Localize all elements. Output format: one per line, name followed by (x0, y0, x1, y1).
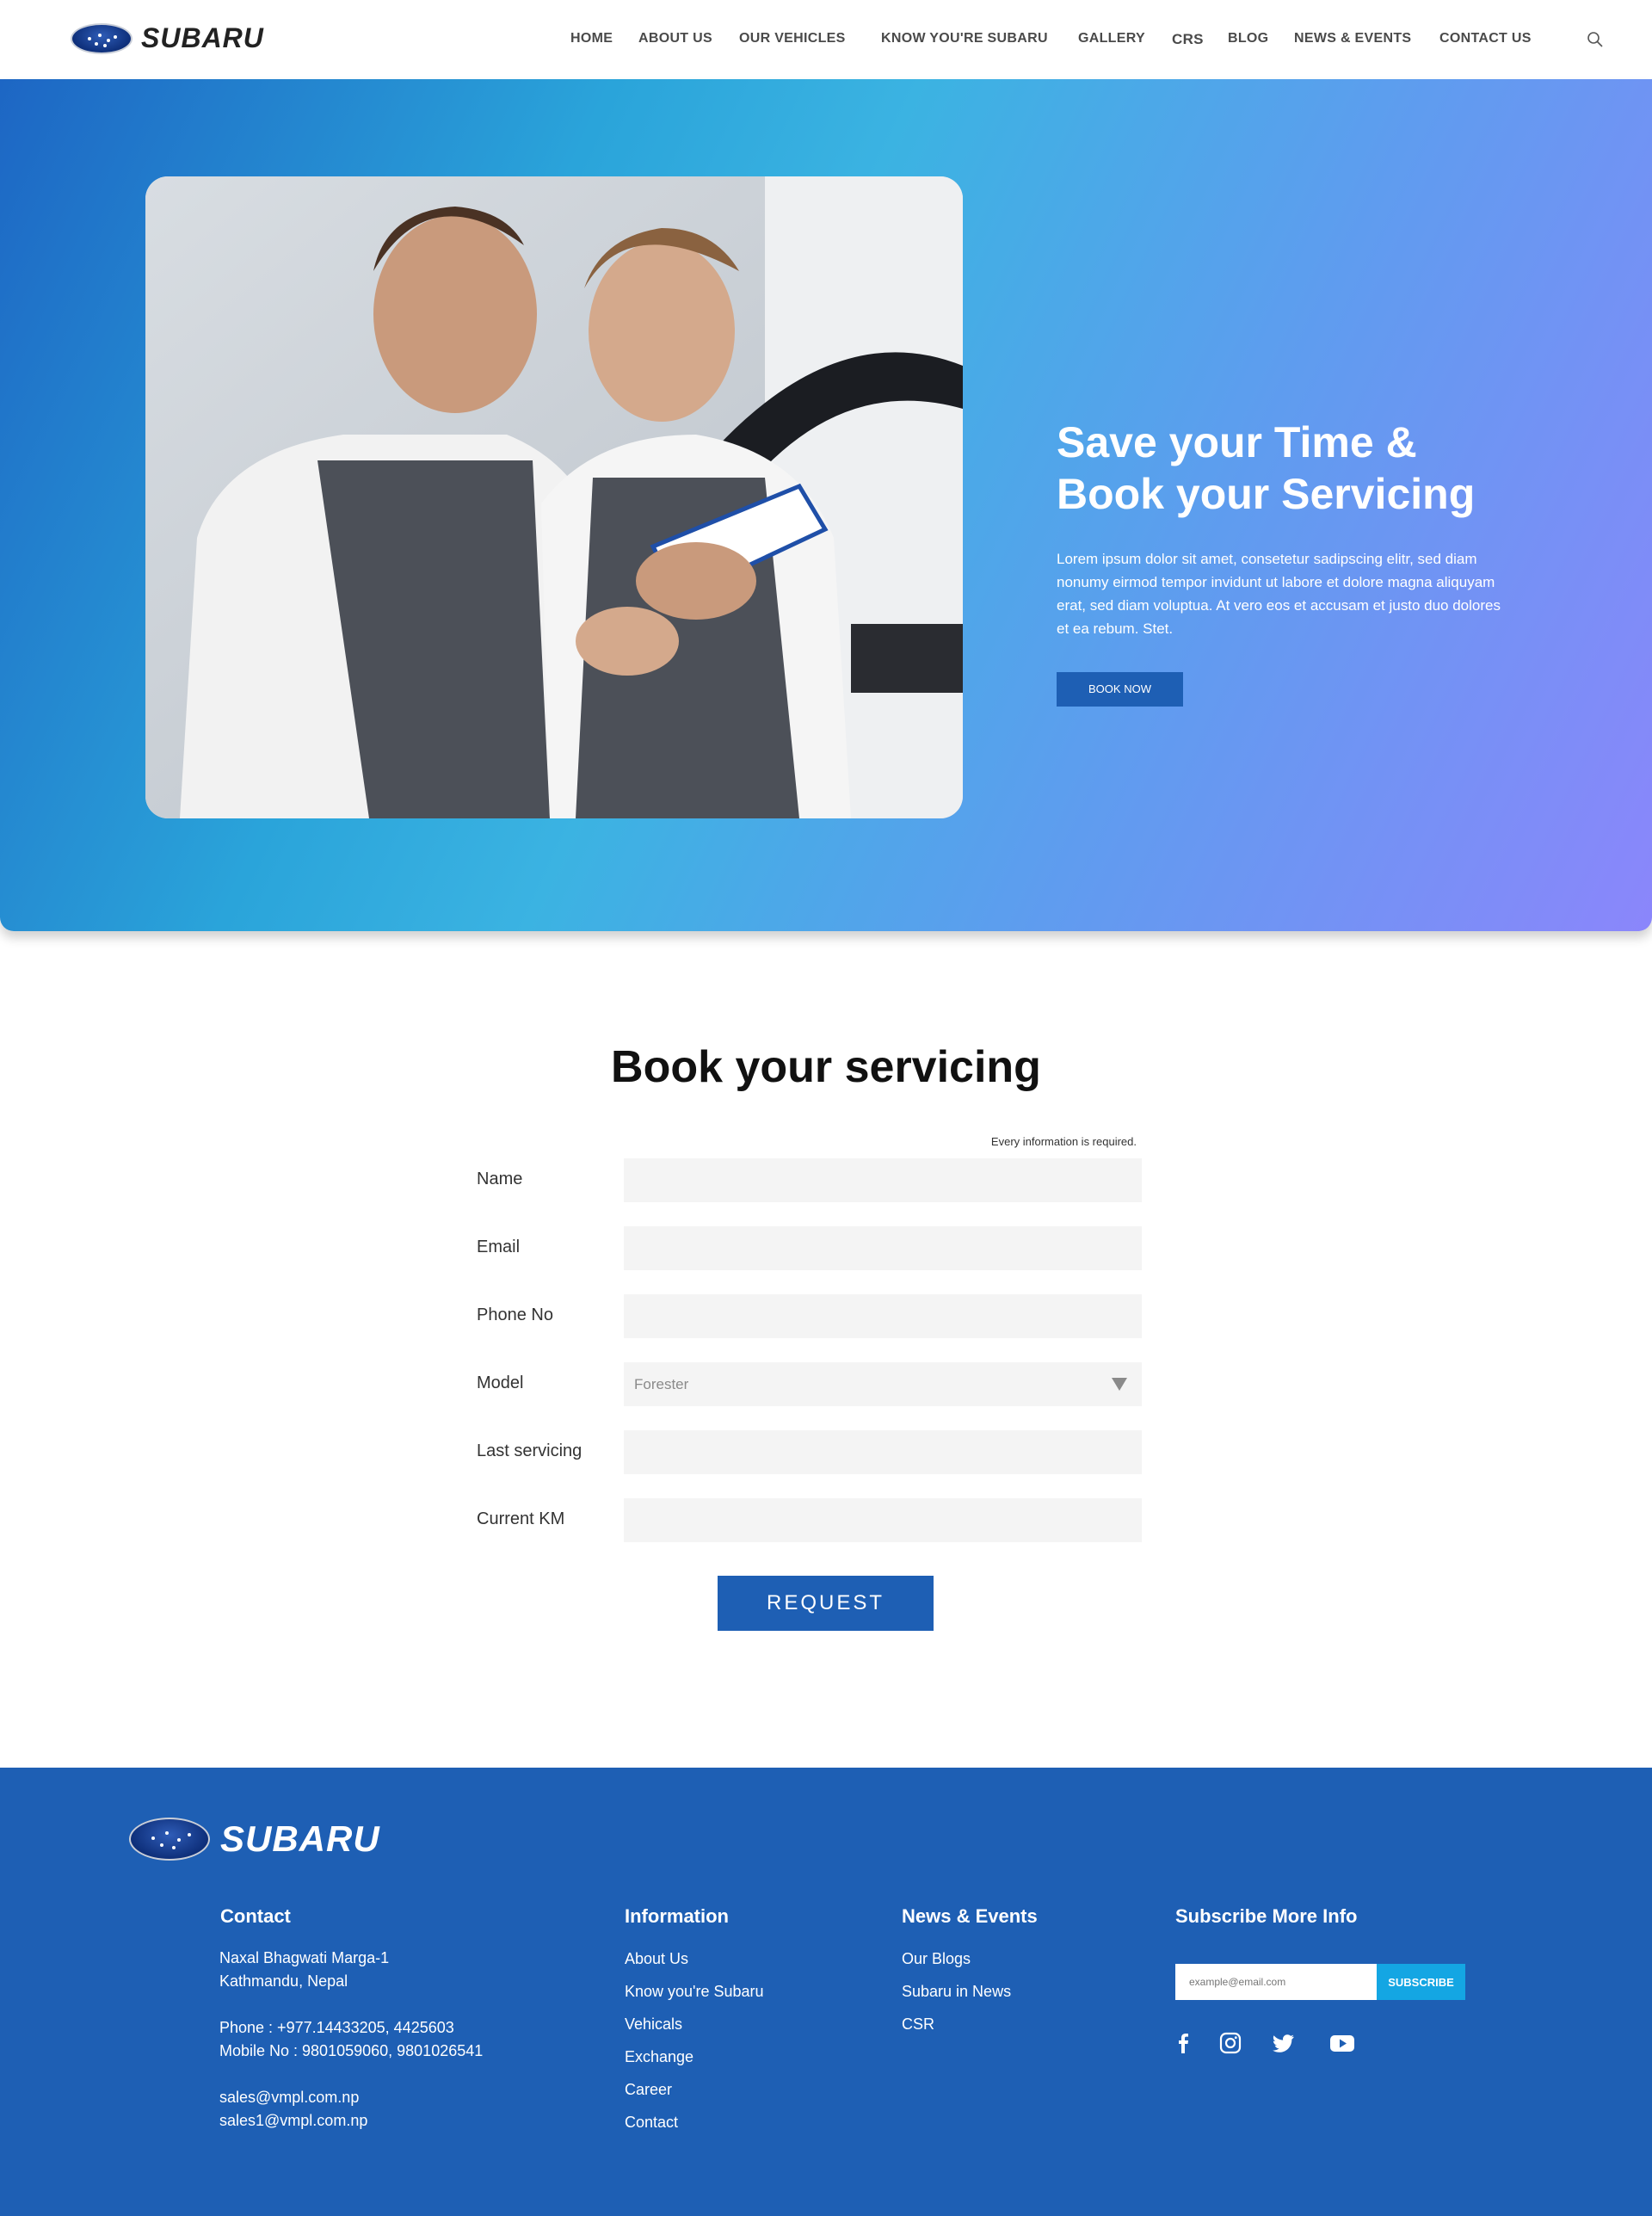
footer-news-heading: News & Events (902, 1905, 1038, 1927)
hero-banner: Save your Time & Book your Servicing Lor… (0, 79, 1652, 931)
nav-item-blog[interactable]: BLOG (1228, 31, 1268, 46)
hero-description: Lorem ipsum dolor sit amet, consetetur s… (1057, 551, 1501, 637)
footer-mobile: Mobile No : 9801059060, 9801026541 (219, 2042, 484, 2059)
form-title: Book your servicing (611, 1042, 1041, 1092)
hero-title: Save your Time & Book your Servicing (1057, 417, 1538, 520)
email-input[interactable] (624, 1226, 1142, 1270)
subscribe-email-input[interactable] (1175, 1964, 1377, 2000)
footer-link-subaru-in-news[interactable]: Subaru in News (902, 1983, 1011, 2001)
youtube-icon[interactable] (1328, 2031, 1356, 2055)
name-label: Name (477, 1170, 523, 1188)
footer-link-know-your-subaru[interactable]: Know you're Subaru (625, 1983, 764, 2001)
footer-subscribe-heading: Subscribe More Info (1175, 1905, 1358, 1927)
footer-brand-name: SUBARU (220, 1818, 380, 1859)
required-note: Every information is required. (990, 1135, 1137, 1148)
facebook-icon[interactable] (1172, 2031, 1196, 2055)
request-button[interactable]: REQUEST (718, 1576, 934, 1631)
subaru-emblem-icon (129, 1818, 210, 1861)
search-icon[interactable] (1587, 31, 1604, 48)
twitter-icon[interactable] (1272, 2031, 1296, 2055)
footer-link-csr[interactable]: CSR (902, 2015, 934, 2034)
footer-link-about-us[interactable]: About Us (625, 1950, 688, 1968)
footer-address-line-1: Naxal Bhagwati Marga-1 (219, 1949, 390, 1966)
hero-title-line-2: Book your Servicing (1057, 470, 1476, 518)
brand-logo[interactable]: SUBARU (71, 22, 264, 54)
footer-link-contact[interactable]: Contact (625, 2114, 678, 2132)
current-km-input[interactable] (624, 1498, 1142, 1542)
book-now-button[interactable]: BOOK NOW (1057, 672, 1183, 707)
nav-item-our-vehicles[interactable]: OUR VEHICLES (739, 31, 846, 46)
model-select[interactable]: Forester (624, 1362, 1142, 1406)
hero-title-line-1: Save your Time & (1057, 418, 1417, 466)
nav-item-know-your-subaru[interactable]: KNOW YOU'RE SUBARU (881, 31, 1048, 46)
instagram-icon[interactable] (1218, 2031, 1242, 2055)
footer-phone: Phone : +977.14433205, 4425603 (219, 2019, 454, 2036)
last-servicing-label: Last servicing (477, 1441, 583, 1460)
footer-link-career[interactable]: Career (625, 2081, 672, 2099)
footer-email-1[interactable]: sales@vmpl.com.np (219, 2086, 359, 2109)
footer-email-2[interactable]: sales1@vmpl.com.np (219, 2109, 367, 2133)
phone-input[interactable] (624, 1294, 1142, 1338)
nav-item-gallery[interactable]: GALLERY (1078, 31, 1145, 46)
mechanics-photo (145, 176, 963, 818)
footer-information-heading: Information (625, 1905, 729, 1927)
subaru-emblem-icon (71, 22, 133, 54)
model-selected-value: Forester (634, 1375, 689, 1392)
brand-name: SUBARU (141, 22, 264, 53)
email-label: Email (477, 1238, 521, 1256)
phone-label: Phone No (477, 1306, 553, 1324)
model-label: Model (477, 1373, 524, 1392)
footer-link-exchange[interactable]: Exchange (625, 2048, 693, 2066)
nav-item-news-events[interactable]: NEWS & EVENTS (1294, 31, 1411, 46)
nav-item-crs[interactable]: CRS (1172, 31, 1204, 48)
footer-link-our-blogs[interactable]: Our Blogs (902, 1950, 971, 1968)
dropdown-arrow-icon (1112, 1378, 1127, 1391)
footer-link-vehicals[interactable]: Vehicals (625, 2015, 682, 2034)
nav-item-about-us[interactable]: ABOUT US (638, 31, 712, 46)
subscribe-button[interactable]: SUBSCRIBE (1377, 1964, 1465, 2000)
footer-address-line-2: Kathmandu, Nepal (219, 1972, 348, 1990)
last-servicing-input[interactable] (624, 1430, 1142, 1474)
footer-logo[interactable]: SUBARU (129, 1818, 380, 1861)
nav-item-home[interactable]: HOME (570, 31, 613, 46)
footer-contact-heading: Contact (220, 1905, 291, 1927)
site-header: SUBARU HOME ABOUT US OUR VEHICLES KNOW Y… (0, 0, 1652, 79)
nav-item-contact-us[interactable]: CONTACT US (1439, 31, 1532, 46)
current-km-label: Current KM (477, 1509, 565, 1528)
name-input[interactable] (624, 1158, 1142, 1202)
